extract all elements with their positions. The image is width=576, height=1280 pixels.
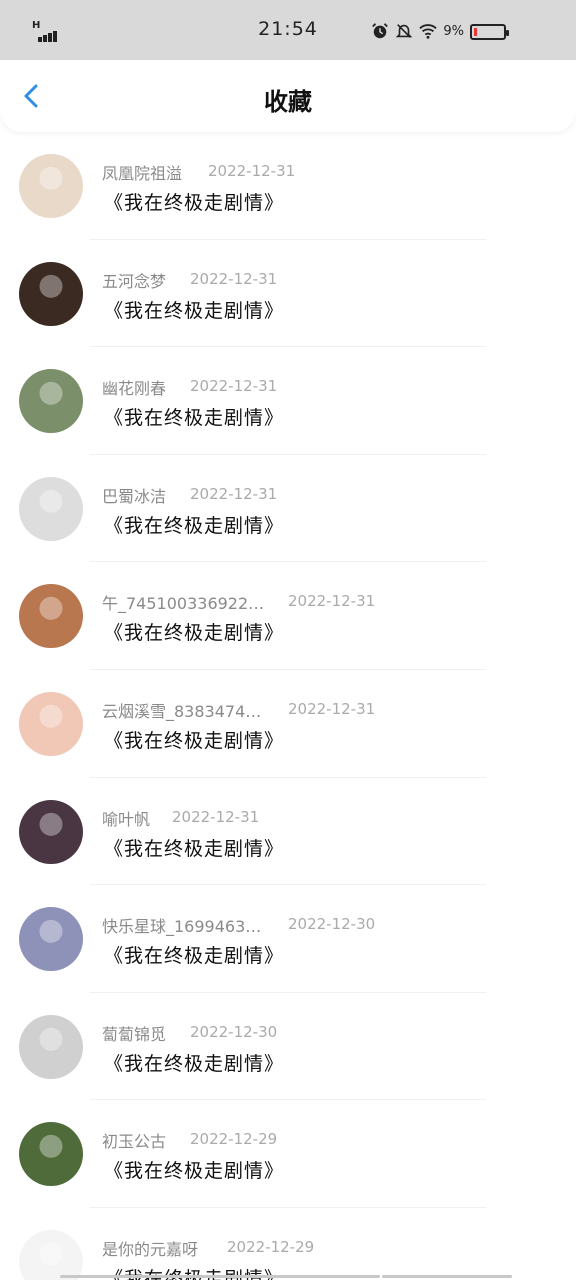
avatar[interactable] (19, 1229, 83, 1280)
book-title[interactable]: 《我在终极走剧情》 (104, 618, 284, 645)
user-name[interactable]: 幽花刚春 (102, 375, 166, 399)
book-title[interactable]: 《我在终极走剧情》 (104, 834, 284, 861)
scroll-indicator-2 (382, 1275, 512, 1278)
item-date: 2022-12-31 (288, 592, 376, 611)
avatar[interactable] (19, 476, 83, 541)
user-name[interactable]: 蔔蔔锦觅 (102, 1021, 166, 1045)
list-item[interactable]: 蔔蔔锦觅 2022-12-30 《我在终极走剧情》 (0, 993, 576, 1101)
item-date: 2022-12-31 (190, 484, 278, 503)
user-name[interactable]: 初玉公古 (102, 1128, 166, 1152)
avatar[interactable] (19, 154, 83, 218)
book-title[interactable]: 《我在终极走剧情》 (104, 296, 284, 323)
list-item[interactable]: 凤凰院祖溢 2022-12-31 《我在终极走剧情》 (0, 132, 576, 240)
wifi-icon (419, 24, 438, 39)
item-date: 2022-12-31 (190, 377, 278, 396)
book-title[interactable]: 《我在终极走剧情》 (104, 511, 284, 538)
user-name[interactable]: 喻叶帆 (102, 806, 150, 830)
favorites-list: 凤凰院祖溢 2022-12-31 《我在终极走剧情》 五河念梦 2022-12-31 《我… (0, 132, 576, 1280)
list-item[interactable]: 巴蜀冰洁 2022-12-31 《我在终极走剧情》 (0, 455, 576, 563)
list-item[interactable]: 快乐星球_1699463… 2022-12-30 《我在终极走剧情》 (0, 885, 576, 993)
user-name[interactable]: 云烟溪雪_8383474… (102, 698, 261, 722)
list-item[interactable]: 喻叶帆 2022-12-31 《我在终极走剧情》 (0, 778, 576, 886)
avatar[interactable] (19, 584, 83, 649)
list-item[interactable]: 是你的元嘉呀 2022-12-29 《我在终极走剧情》 (0, 1208, 576, 1280)
item-date: 2022-12-30 (288, 915, 376, 934)
header: 收藏 (0, 60, 576, 132)
page-title: 收藏 (264, 88, 312, 116)
battery-percent: 9% (443, 23, 464, 39)
book-title[interactable]: 《我在终极走剧情》 (104, 1049, 284, 1076)
alarm-icon (372, 23, 389, 39)
status-bar: H 21:54 9% (0, 0, 576, 60)
list-item[interactable]: 午_745100336922… 2022-12-31 《我在终极走剧情》 (0, 562, 576, 670)
user-name[interactable]: 凤凰院祖溢 (102, 160, 182, 184)
avatar[interactable] (19, 369, 83, 434)
status-icons: 9% (371, 22, 464, 40)
book-title[interactable]: 《我在终极走剧情》 (104, 726, 284, 753)
avatar[interactable] (19, 907, 83, 972)
avatar[interactable] (19, 1014, 83, 1079)
list-item[interactable]: 五河念梦 2022-12-31 《我在终极走剧情》 (0, 240, 576, 348)
book-title[interactable]: 《我在终极走剧情》 (104, 188, 284, 215)
list-item[interactable]: 云烟溪雪_8383474… 2022-12-31 《我在终极走剧情》 (0, 670, 576, 778)
book-title[interactable]: 《我在终极走剧情》 (104, 403, 284, 430)
item-date: 2022-12-29 (190, 1130, 278, 1149)
user-name[interactable]: 午_745100336922… (102, 590, 264, 614)
avatar[interactable] (19, 1122, 83, 1187)
scroll-indicator (60, 1275, 380, 1278)
user-name[interactable]: 快乐星球_1699463… (102, 913, 261, 937)
avatar[interactable] (19, 691, 83, 756)
book-title[interactable]: 《我在终极走剧情》 (104, 1156, 284, 1183)
avatar[interactable] (19, 799, 83, 864)
item-date: 2022-12-31 (190, 269, 278, 288)
item-date: 2022-12-30 (190, 1022, 278, 1041)
list-item[interactable]: 幽花刚春 2022-12-31 《我在终极走剧情》 (0, 347, 576, 455)
item-date: 2022-12-31 (288, 699, 376, 718)
avatar[interactable] (19, 261, 83, 326)
item-date: 2022-12-29 (227, 1237, 315, 1256)
list-item[interactable]: 初玉公古 2022-12-29 《我在终极走剧情》 (0, 1100, 576, 1208)
user-name[interactable]: 五河念梦 (102, 268, 166, 292)
user-name[interactable]: 是你的元嘉呀 (102, 1236, 198, 1260)
battery-icon (470, 24, 509, 40)
mute-icon (396, 24, 413, 38)
item-date: 2022-12-31 (208, 162, 296, 180)
item-date: 2022-12-31 (172, 807, 260, 826)
book-title[interactable]: 《我在终极走剧情》 (104, 941, 284, 968)
user-name[interactable]: 巴蜀冰洁 (102, 483, 166, 507)
